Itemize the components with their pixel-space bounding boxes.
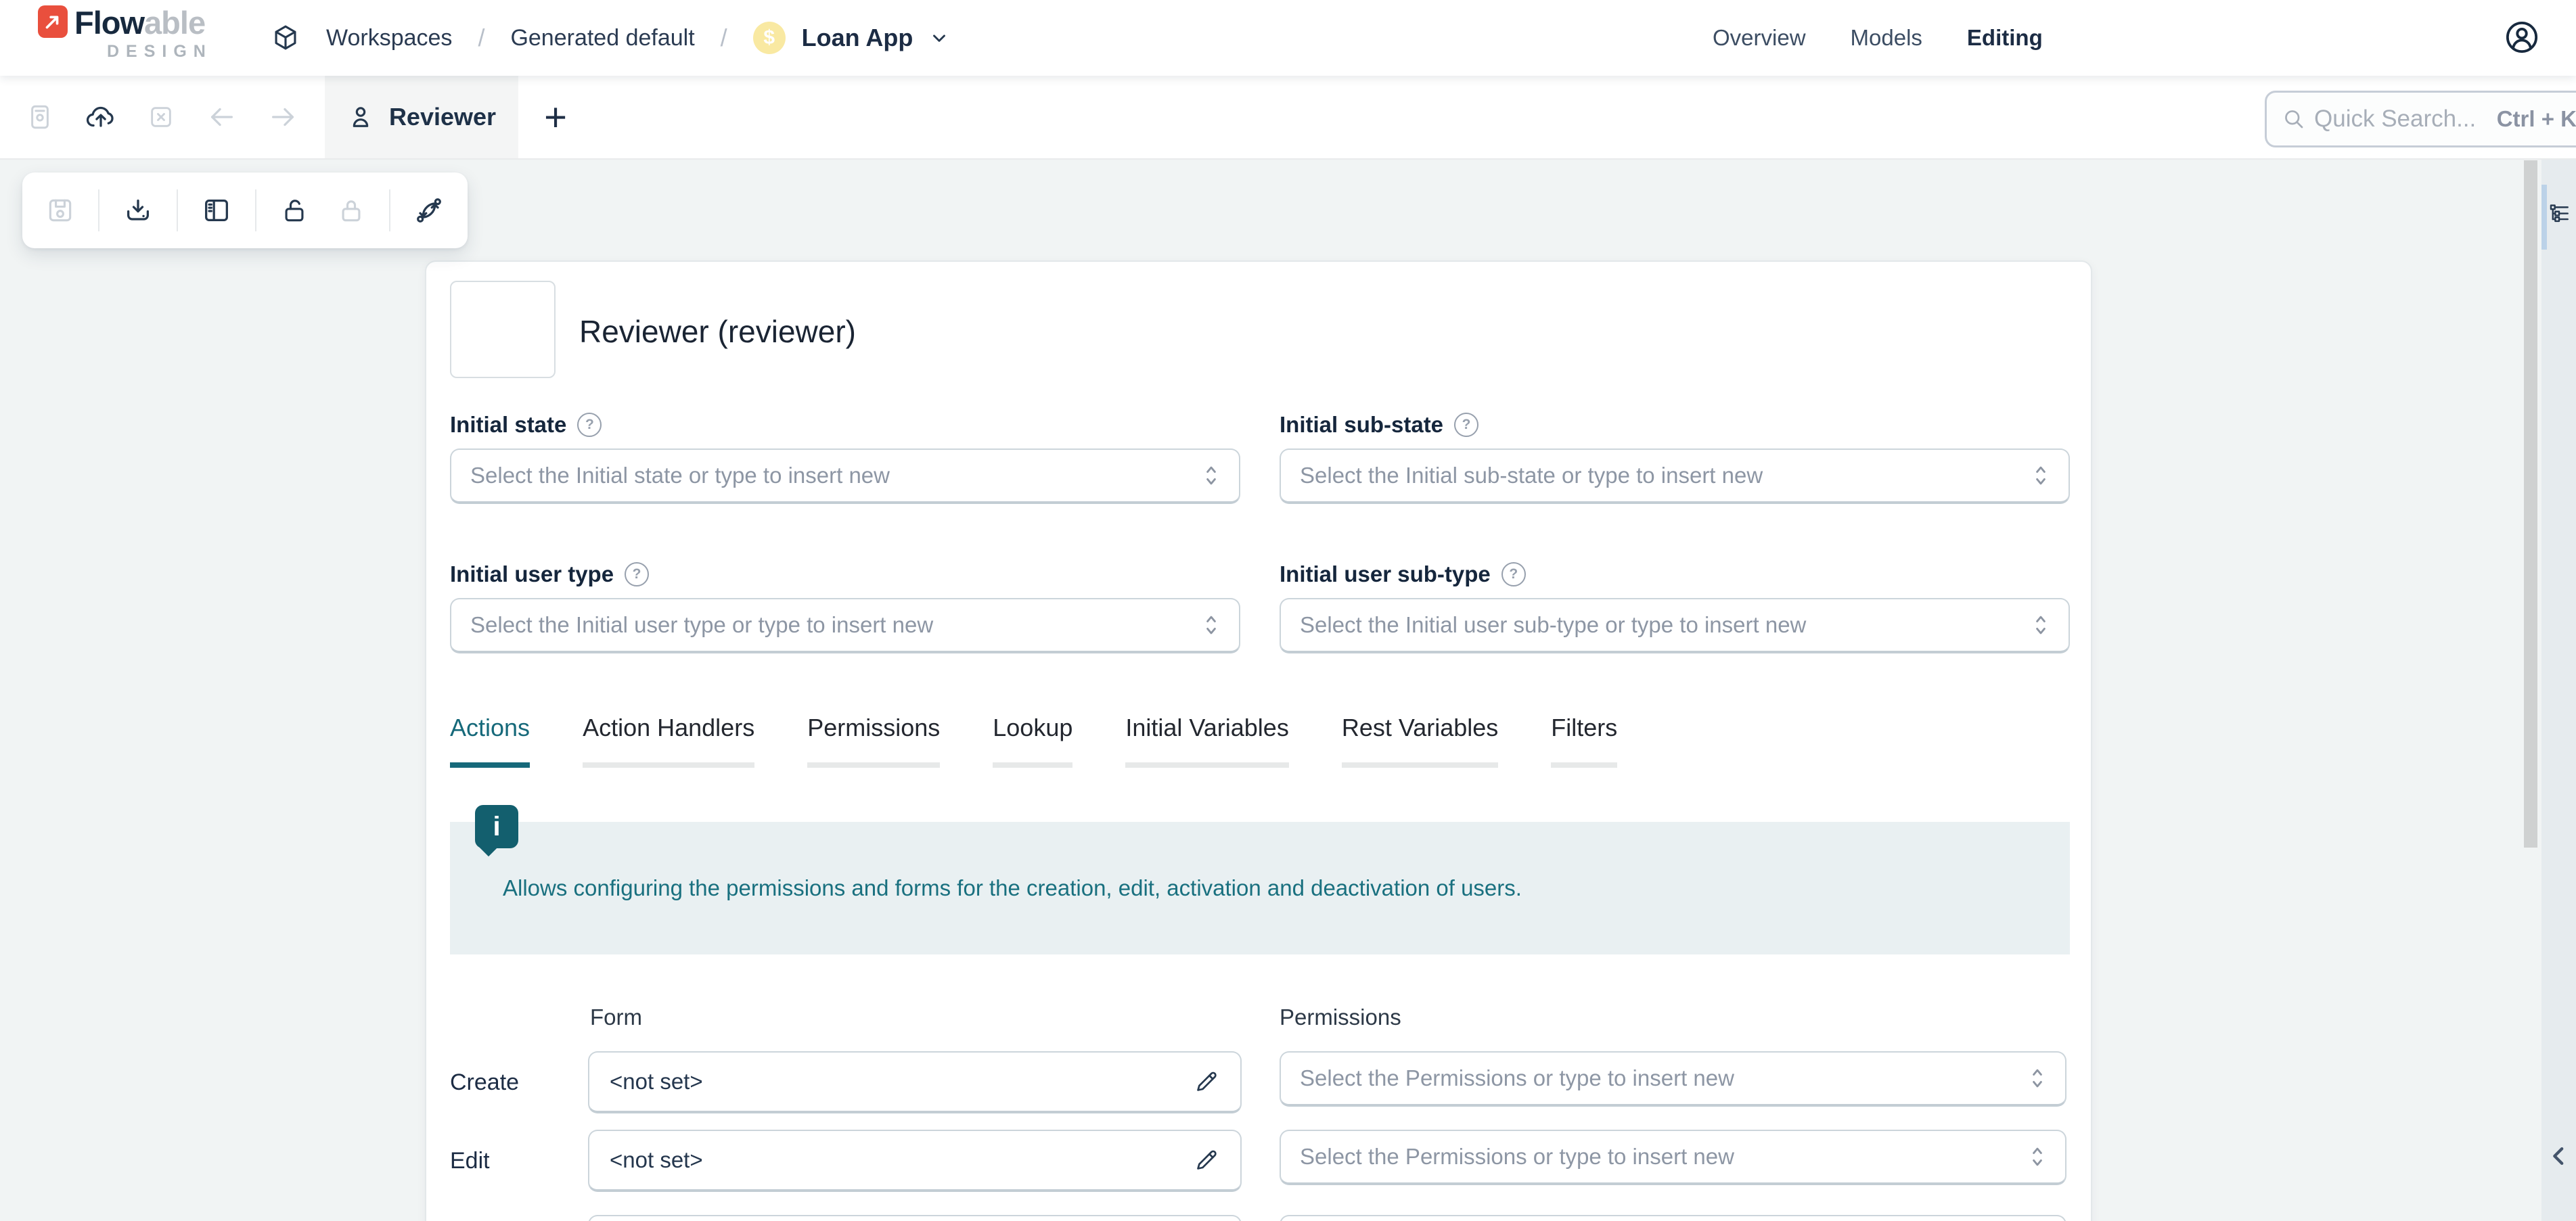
save-floppy-icon (45, 195, 75, 225)
info-banner-text: Allows configuring the permissions and f… (503, 875, 1522, 901)
vertical-scrollbar-thumb[interactable] (2524, 160, 2537, 848)
quick-search-input[interactable] (2313, 105, 2490, 133)
info-icon: i (475, 805, 518, 848)
breadcrumb-app[interactable]: $ Loan App (753, 22, 950, 54)
column-header-permissions: Permissions (1280, 1005, 1401, 1030)
field-initial-state: Initial state? Select the Initial state … (450, 412, 1240, 504)
app-header: Flowable DESIGN Workspaces / Generated d… (0, 0, 2576, 76)
tab-rest-variables[interactable]: Rest Variables (1342, 714, 1498, 768)
edit-pencil-icon[interactable] (1193, 1068, 1220, 1095)
table-row-edit: Edit <not set> Select the Permissions or… (426, 1130, 2091, 1192)
swap-flow-icon[interactable] (413, 195, 445, 226)
breadcrumb-separator: / (478, 24, 484, 52)
row-label: Edit (450, 1130, 490, 1192)
column-header-form: Form (590, 1005, 642, 1030)
redo-arrow-right-icon (268, 101, 299, 133)
close-model-x-icon (148, 103, 175, 131)
model-title: Reviewer (reviewer) (579, 313, 856, 350)
breadcrumb-workspace[interactable]: Generated default (510, 25, 694, 51)
help-icon[interactable]: ? (625, 562, 649, 586)
field-initial-sub-state: Initial sub-state? Select the Initial su… (1280, 412, 2070, 504)
app-name: Loan App (802, 24, 913, 52)
select-updown-icon (1202, 612, 1220, 639)
field-label: Initial sub-state (1280, 412, 1443, 438)
collapse-panel-chevron-left-icon[interactable] (2546, 1143, 2573, 1170)
product-name: DESIGN (107, 42, 212, 62)
initial-state-select[interactable]: Select the Initial state or type to inse… (450, 448, 1240, 504)
user-model-icon (347, 103, 374, 131)
form-picker[interactable] (588, 1215, 1242, 1221)
tab-initial-variables[interactable]: Initial Variables (1125, 714, 1288, 768)
table-row-create: Create <not set> Select the Permissions … (426, 1051, 2091, 1113)
flowable-logo-icon (38, 5, 68, 38)
canvas-toolbar (22, 172, 468, 248)
tab-action-handlers[interactable]: Action Handlers (583, 714, 754, 768)
quick-search[interactable]: Ctrl + K (2265, 91, 2576, 147)
initial-user-type-select[interactable]: Select the Initial user type or type to … (450, 598, 1240, 653)
select-updown-icon (2032, 612, 2050, 639)
nav-models[interactable]: Models (1851, 25, 1922, 51)
chevron-down-icon (929, 28, 949, 48)
tab-lookup[interactable]: Lookup (993, 714, 1072, 768)
app-avatar: $ (753, 22, 786, 54)
select-updown-icon (2029, 1065, 2046, 1092)
editor-tab-strip: Reviewer + Ctrl + K (0, 76, 2576, 160)
help-icon[interactable]: ? (1501, 562, 1526, 586)
rail-active-indicator (2541, 185, 2547, 250)
select-updown-icon (2032, 462, 2050, 489)
search-shortcut-hint: Ctrl + K (2497, 106, 2576, 132)
tab-reviewer-label: Reviewer (389, 103, 496, 131)
nav-overview[interactable]: Overview (1713, 25, 1806, 51)
field-label: Initial state (450, 412, 566, 438)
tab-actions[interactable]: Actions (450, 714, 530, 768)
brand-name: Flowable (74, 5, 212, 41)
help-icon[interactable]: ? (1454, 413, 1478, 437)
model-thumbnail[interactable] (450, 281, 556, 378)
edit-permissions-select[interactable]: Select the Permissions or type to insert… (1280, 1130, 2066, 1185)
field-initial-user-type: Initial user type? Select the Initial us… (450, 561, 1240, 653)
top-navigation: Overview Models Editing (1713, 0, 2043, 76)
breadcrumb-workspaces[interactable]: Workspaces (326, 25, 452, 51)
info-banner: Allows configuring the permissions and f… (450, 822, 2070, 954)
table-row-partial (426, 1215, 2091, 1221)
save-icon (26, 103, 54, 131)
edit-pencil-icon[interactable] (1193, 1147, 1220, 1174)
right-side-rail (2541, 158, 2576, 1221)
field-label: Initial user sub-type (1280, 561, 1491, 587)
add-tab-button[interactable]: + (518, 76, 593, 158)
model-editor-card: Reviewer (reviewer) Initial state? Selec… (425, 260, 2092, 1221)
tab-filters[interactable]: Filters (1551, 714, 1617, 768)
row-label: Create (450, 1051, 519, 1113)
lock-icon (336, 195, 366, 225)
edit-form-picker[interactable]: <not set> (588, 1130, 1242, 1192)
field-label: Initial user type (450, 561, 614, 587)
unlock-icon[interactable] (279, 195, 309, 225)
initial-user-sub-type-select[interactable]: Select the Initial user sub-type or type… (1280, 598, 2070, 653)
strip-actions (0, 76, 325, 158)
create-form-picker[interactable]: <not set> (588, 1051, 1242, 1113)
select-updown-icon (1202, 462, 1220, 489)
section-tabs: Actions Action Handlers Permissions Look… (450, 714, 1617, 768)
model-tree-panel-icon[interactable] (2548, 203, 2571, 226)
undo-arrow-left-icon (206, 101, 237, 133)
download-icon[interactable] (122, 195, 154, 226)
initial-sub-state-select[interactable]: Select the Initial sub-state or type to … (1280, 448, 2070, 504)
search-icon (2282, 107, 2306, 131)
select-updown-icon (2029, 1143, 2046, 1170)
tab-reviewer[interactable]: Reviewer (325, 76, 518, 158)
breadcrumb: Workspaces / Generated default / $ Loan … (271, 0, 949, 76)
create-permissions-select[interactable]: Select the Permissions or type to insert… (1280, 1051, 2066, 1107)
help-icon[interactable]: ? (577, 413, 602, 437)
panel-layout-icon[interactable] (201, 195, 232, 226)
publish-cloud-upload-icon[interactable] (85, 101, 116, 133)
tab-permissions[interactable]: Permissions (807, 714, 940, 768)
user-avatar-icon[interactable] (2504, 19, 2540, 55)
flowable-logo: Flowable DESIGN (38, 5, 212, 62)
nav-editing[interactable]: Editing (1967, 25, 2043, 51)
breadcrumb-separator: / (721, 24, 727, 52)
field-initial-user-sub-type: Initial user sub-type? Select the Initia… (1280, 561, 2070, 653)
permissions-select[interactable] (1280, 1215, 2066, 1221)
workspace-cube-icon (271, 23, 300, 53)
